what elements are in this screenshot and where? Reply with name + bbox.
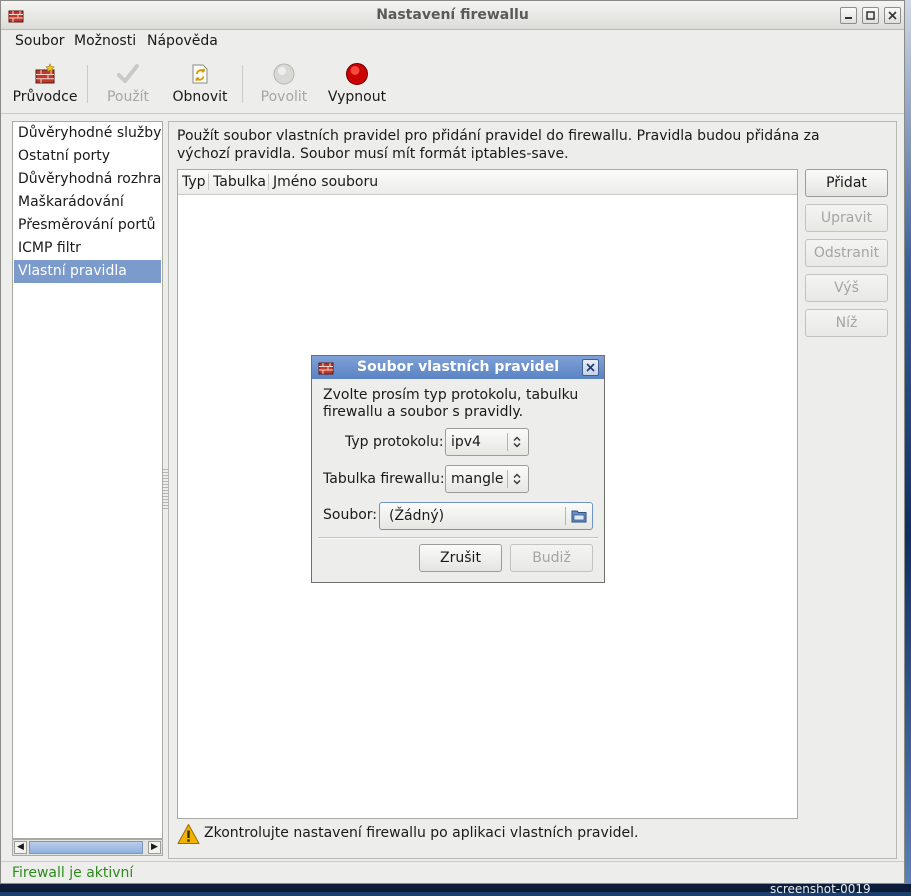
sidebar-item-trusted-interfaces[interactable]: Důvěryhodná rozhraní xyxy=(14,168,161,191)
sidebar-horizontal-scrollbar[interactable]: ◀ ▶ xyxy=(12,839,163,856)
file-value: (Žádný) xyxy=(389,508,445,524)
wizard-button[interactable]: Průvodce xyxy=(10,53,80,111)
statusbar: Firewall je aktivní xyxy=(1,861,904,884)
disable-button[interactable]: Vypnout xyxy=(325,53,389,111)
cancel-button[interactable]: Zrušit xyxy=(419,544,502,572)
column-separator xyxy=(208,174,209,190)
window-titlebar[interactable]: Nastavení firewallu xyxy=(1,1,904,30)
warning-icon xyxy=(177,823,200,849)
move-up-button[interactable]: Výš xyxy=(805,274,888,302)
close-button[interactable] xyxy=(884,7,901,24)
folder-icon xyxy=(571,509,587,527)
edit-button[interactable]: Upravit xyxy=(805,204,888,232)
apply-label: Použít xyxy=(106,89,150,105)
dialog-titlebar[interactable]: Soubor vlastních pravidel xyxy=(312,356,604,379)
enable-label: Povolit xyxy=(260,89,308,105)
desktop-file-label: screenshot-0019 xyxy=(770,882,871,896)
category-list: Důvěryhodné služby Ostatní porty Důvěryh… xyxy=(12,121,163,839)
move-down-button[interactable]: Níž xyxy=(805,309,888,337)
reload-icon xyxy=(188,62,212,86)
minimize-button[interactable] xyxy=(840,7,857,24)
checkmark-icon xyxy=(116,62,140,86)
sidebar-item-trusted-services[interactable]: Důvěryhodné služby xyxy=(14,122,161,145)
updown-arrows-icon xyxy=(512,472,522,490)
protocol-select[interactable]: ipv4 xyxy=(445,428,529,456)
scrollbar-thumb[interactable] xyxy=(29,841,143,854)
menu-napoveda[interactable]: Nápověda xyxy=(147,33,218,49)
toolbar-separator xyxy=(87,65,88,103)
firewall-table-select[interactable]: mangle xyxy=(445,465,529,493)
remove-button[interactable]: Odstranit xyxy=(805,239,888,267)
dialog-close-button[interactable] xyxy=(582,359,599,376)
apply-button[interactable]: Použít xyxy=(97,53,159,111)
updown-arrows-icon xyxy=(512,435,522,453)
file-chooser-separator xyxy=(565,507,566,525)
combo-separator xyxy=(507,470,508,488)
toolbar-separator xyxy=(242,65,243,103)
scroll-right-icon[interactable]: ▶ xyxy=(148,841,161,854)
column-table[interactable]: Tabulka xyxy=(213,174,266,190)
protocol-label: Typ protokolu: xyxy=(345,434,444,450)
scroll-left-icon[interactable]: ◀ xyxy=(14,841,27,854)
sidebar-item-other-ports[interactable]: Ostatní porty xyxy=(14,145,161,168)
protocol-value: ipv4 xyxy=(451,434,481,450)
desktop-background xyxy=(905,0,911,892)
reload-label: Obnovit xyxy=(172,89,228,105)
menu-soubor[interactable]: Soubor xyxy=(15,33,65,49)
firewall-status-text: Firewall je aktivní xyxy=(12,865,134,881)
custom-rules-file-dialog: Soubor vlastních pravidel Zvolte prosím … xyxy=(311,355,605,583)
dialog-title: Soubor vlastních pravidel xyxy=(356,359,559,375)
table-header: Typ Tabulka Jméno souboru xyxy=(178,170,797,195)
dialog-message: Zvolte prosím typ protokolu, tabulku fir… xyxy=(323,387,579,420)
file-chooser-button[interactable]: (Žádný) xyxy=(379,502,593,530)
wizard-icon xyxy=(33,62,57,86)
combo-separator xyxy=(507,433,508,451)
sidebar-item-icmp-filter[interactable]: ICMP filtr xyxy=(14,237,161,260)
sidebar-item-custom-rules[interactable]: Vlastní pravidla xyxy=(14,260,161,283)
firewall-table-label: Tabulka firewallu: xyxy=(323,471,445,487)
dialog-separator xyxy=(318,537,598,539)
disable-label: Vypnout xyxy=(327,89,387,105)
menu-moznosti[interactable]: Možnosti xyxy=(74,33,136,49)
enable-button[interactable]: Povolit xyxy=(253,53,315,111)
sidebar-item-masquerading[interactable]: Maškarádování xyxy=(14,191,161,214)
menubar: Soubor Možnosti Nápověda xyxy=(1,29,904,53)
firewall-table-value: mangle xyxy=(451,471,504,487)
add-button[interactable]: Přidat xyxy=(805,169,888,197)
warning-text: Zkontrolujte nastavení firewallu po apli… xyxy=(204,825,639,841)
column-filename[interactable]: Jméno souboru xyxy=(273,174,378,190)
file-label: Soubor: xyxy=(323,507,378,523)
ok-button[interactable]: Budiž xyxy=(510,544,593,572)
panel-description: Použít soubor vlastních pravidel pro při… xyxy=(177,128,820,162)
red-circle-icon xyxy=(345,62,369,86)
window-title: Nastavení firewallu xyxy=(376,7,529,23)
wizard-label: Průvodce xyxy=(12,89,78,105)
maximize-button[interactable] xyxy=(862,7,879,24)
toolbar: Průvodce Použít Obnovit Povolit Vypnout xyxy=(1,53,904,114)
gray-circle-icon xyxy=(272,62,296,86)
column-separator xyxy=(268,174,269,190)
reload-button[interactable]: Obnovit xyxy=(169,53,231,111)
sidebar-item-port-forwarding[interactable]: Přesměrování portů xyxy=(14,214,161,237)
column-type[interactable]: Typ xyxy=(182,174,206,190)
